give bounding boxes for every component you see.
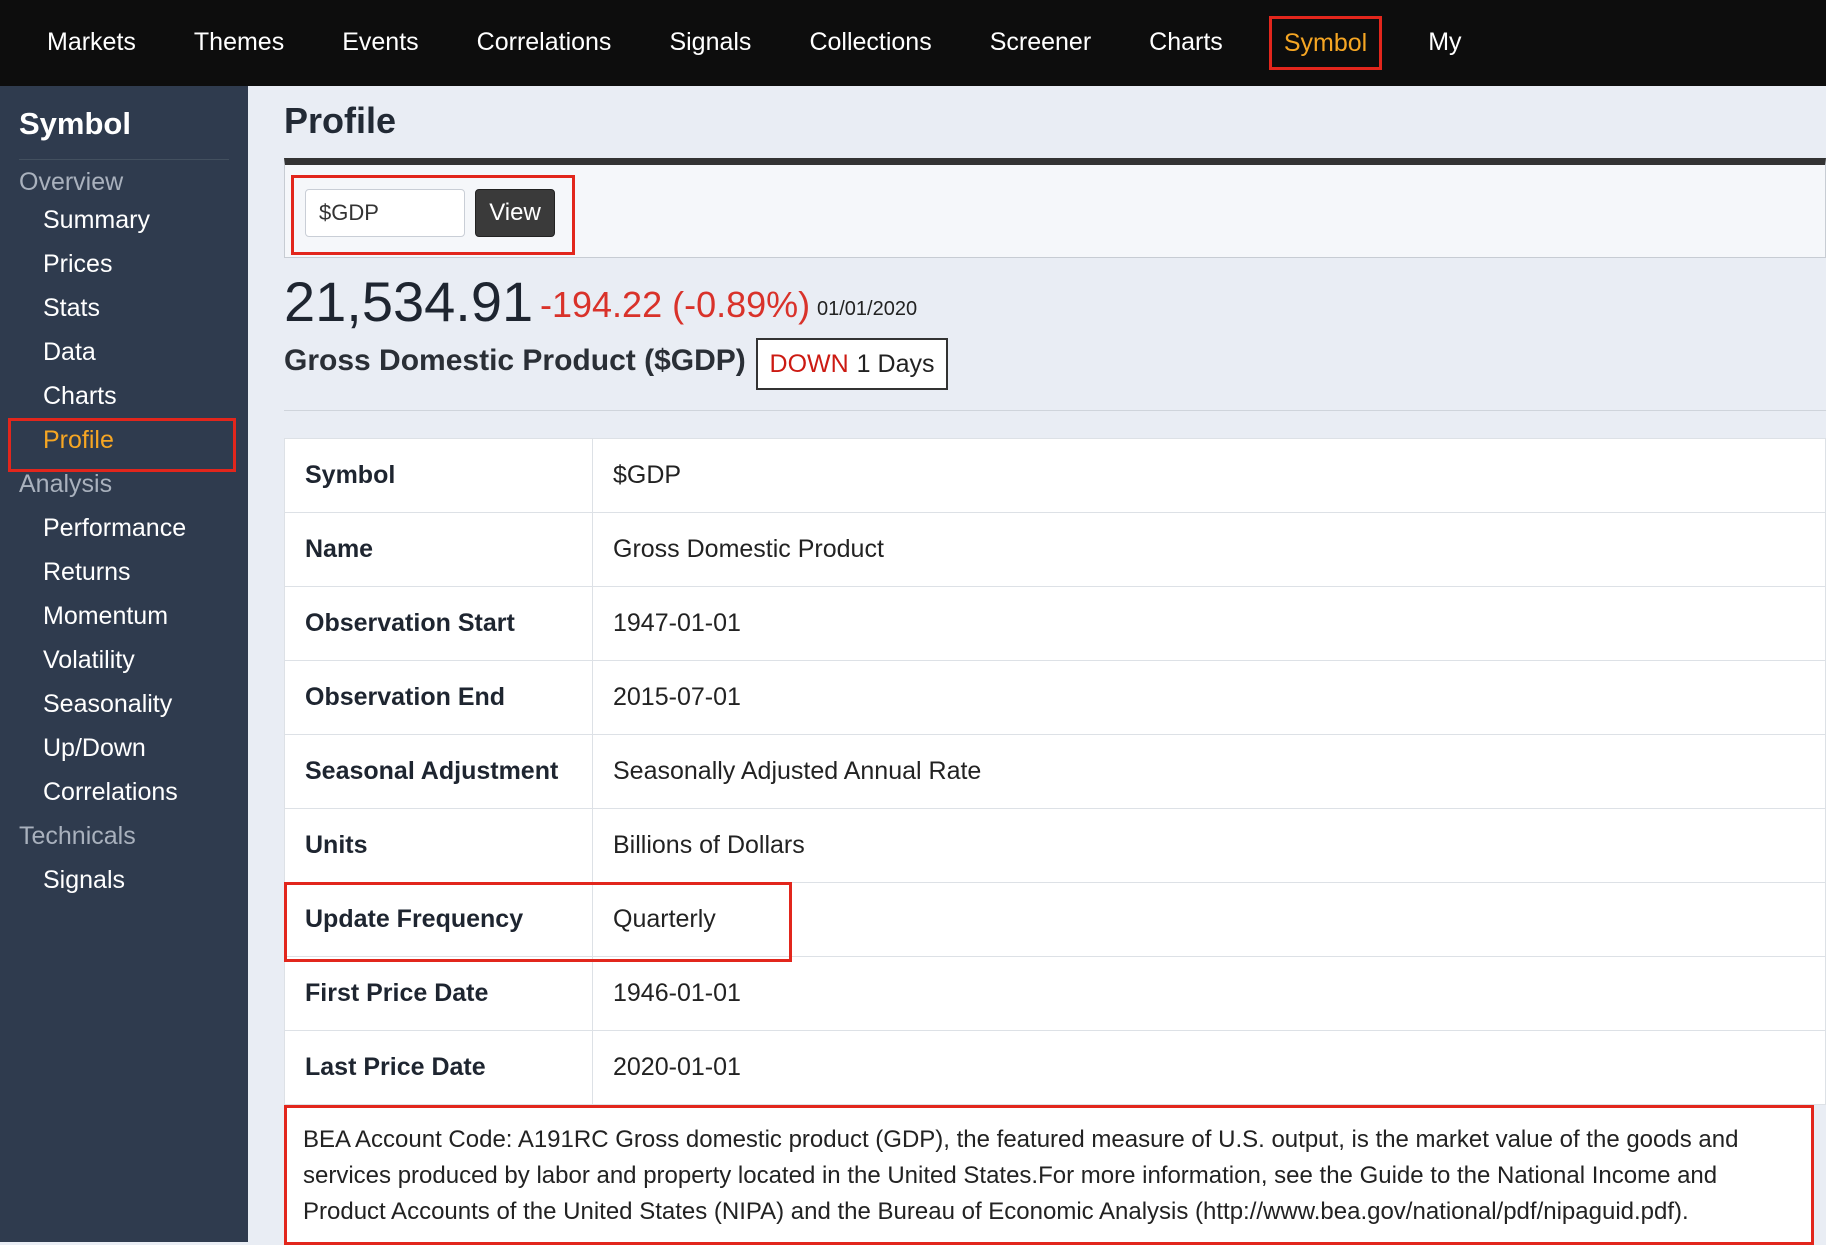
sidebar-item-summary[interactable]: Summary (43, 206, 150, 235)
main-content: Profile View 21,534.91 -194.22 (-0.89%) … (248, 86, 1826, 1245)
table-row: Last Price Date 2020-01-01 (284, 1030, 1826, 1105)
row-value: $GDP (592, 438, 1826, 513)
trend-badge: DOWN 1 Days (756, 338, 948, 390)
price-date: 01/01/2020 (817, 298, 918, 320)
trend-direction: DOWN (769, 349, 849, 378)
sidebar-item-prices[interactable]: Prices (43, 250, 112, 279)
sidebar-group-overview: Overview (19, 168, 124, 196)
row-value: 1947-01-01 (592, 586, 1826, 661)
update-frequency-highlight-box (284, 882, 792, 962)
price-change: -194.22 (-0.89%) (540, 284, 811, 325)
row-value: Gross Domestic Product (592, 512, 1826, 587)
nav-correlations[interactable]: Correlations (448, 16, 641, 70)
row-key: Observation Start (284, 586, 593, 661)
row-key: First Price Date (284, 956, 593, 1031)
sidebar-item-signals[interactable]: Signals (43, 866, 125, 895)
nav-events[interactable]: Events (313, 16, 447, 70)
nav-collections[interactable]: Collections (780, 16, 960, 70)
trend-duration: 1 Days (856, 349, 935, 378)
sidebar-item-seasonality[interactable]: Seasonality (43, 690, 172, 719)
table-row: First Price Date 1946-01-01 (284, 956, 1826, 1031)
table-row: Symbol $GDP (284, 438, 1826, 513)
row-value: Billions of Dollars (592, 808, 1826, 883)
table-row: Seasonal Adjustment Seasonally Adjusted … (284, 734, 1826, 809)
sidebar-item-volatility[interactable]: Volatility (43, 646, 135, 675)
sidebar: Symbol Overview Summary Prices Stats Dat… (0, 86, 248, 1242)
row-key: Name (284, 512, 593, 587)
row-key: Last Price Date (284, 1030, 593, 1105)
nav-symbol[interactable]: Symbol (1268, 16, 1383, 70)
row-key: Symbol (284, 438, 593, 513)
nav-signals[interactable]: Signals (640, 16, 780, 70)
row-value: 1946-01-01 (592, 956, 1826, 1031)
page-title: Profile (284, 100, 397, 141)
last-price: 21,534.91 (284, 270, 534, 333)
sidebar-group-analysis: Analysis (19, 470, 113, 498)
symbol-input[interactable] (305, 189, 465, 237)
row-value: 2015-07-01 (592, 660, 1826, 735)
nav-charts[interactable]: Charts (1120, 16, 1252, 70)
symbol-description: BEA Account Code: A191RC Gross domestic … (284, 1105, 1814, 1245)
table-row: Observation End 2015-07-01 (284, 660, 1826, 735)
table-row: Name Gross Domestic Product (284, 512, 1826, 587)
symbol-full-name: Gross Domestic Product ($GDP) (284, 344, 746, 377)
view-button[interactable]: View (475, 189, 555, 237)
sidebar-item-correlations[interactable]: Correlations (43, 778, 178, 807)
section-divider (284, 410, 1826, 411)
sidebar-item-performance[interactable]: Performance (43, 514, 186, 543)
sidebar-item-profile[interactable]: Profile (43, 426, 114, 455)
sidebar-group-technicals: Technicals (19, 822, 136, 850)
sidebar-item-momentum[interactable]: Momentum (43, 602, 168, 631)
sidebar-item-stats[interactable]: Stats (43, 294, 100, 323)
row-value: 2020-01-01 (592, 1030, 1826, 1105)
row-key: Observation End (284, 660, 593, 735)
table-row: Units Billions of Dollars (284, 808, 1826, 883)
nav-screener[interactable]: Screener (961, 16, 1120, 70)
sidebar-item-data[interactable]: Data (43, 338, 96, 367)
sidebar-item-updown[interactable]: Up/Down (43, 734, 146, 763)
row-key: Units (284, 808, 593, 883)
sidebar-item-returns[interactable]: Returns (43, 558, 131, 587)
table-row: Observation Start 1947-01-01 (284, 586, 1826, 661)
row-value: Seasonally Adjusted Annual Rate (592, 734, 1826, 809)
sidebar-divider (19, 159, 229, 160)
nav-my[interactable]: My (1399, 16, 1490, 70)
sidebar-title: Symbol (19, 106, 131, 141)
profile-table: Symbol $GDP Name Gross Domestic Product … (284, 438, 1826, 1105)
nav-markets[interactable]: Markets (18, 16, 165, 70)
row-key: Seasonal Adjustment (284, 734, 593, 809)
top-navigation: Markets Themes Events Correlations Signa… (0, 0, 1826, 86)
sidebar-item-charts[interactable]: Charts (43, 382, 117, 411)
symbol-search-panel: View (284, 158, 1826, 258)
nav-themes[interactable]: Themes (165, 16, 313, 70)
